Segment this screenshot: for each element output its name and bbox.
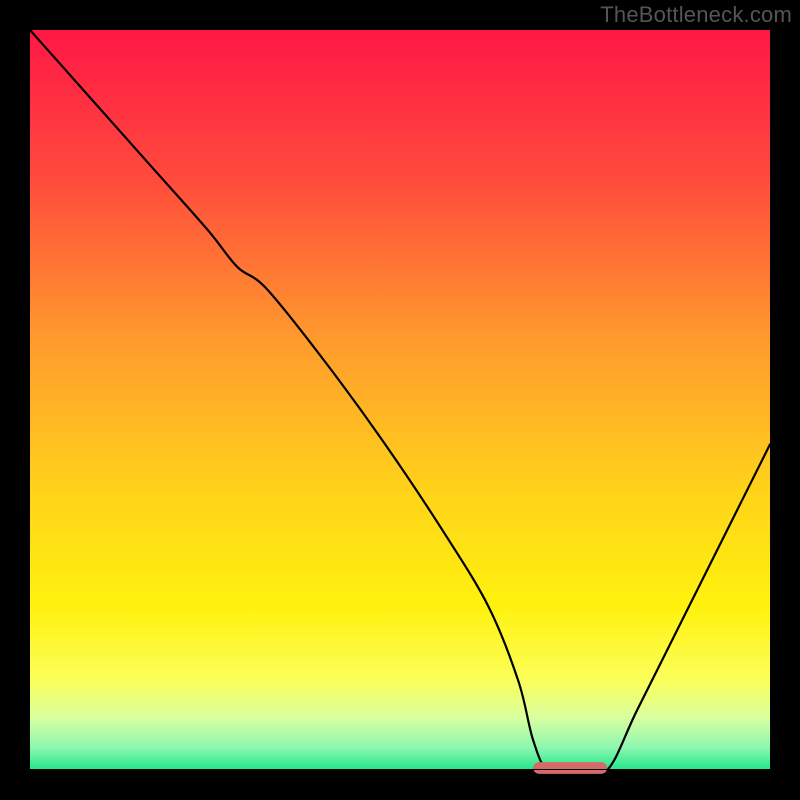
plot-background (30, 30, 770, 770)
baseline (30, 769, 770, 770)
optimal-range-marker (533, 762, 607, 774)
chart-frame: TheBottleneck.com (0, 0, 800, 800)
bottleneck-plot (0, 0, 800, 800)
watermark-text: TheBottleneck.com (600, 2, 792, 28)
